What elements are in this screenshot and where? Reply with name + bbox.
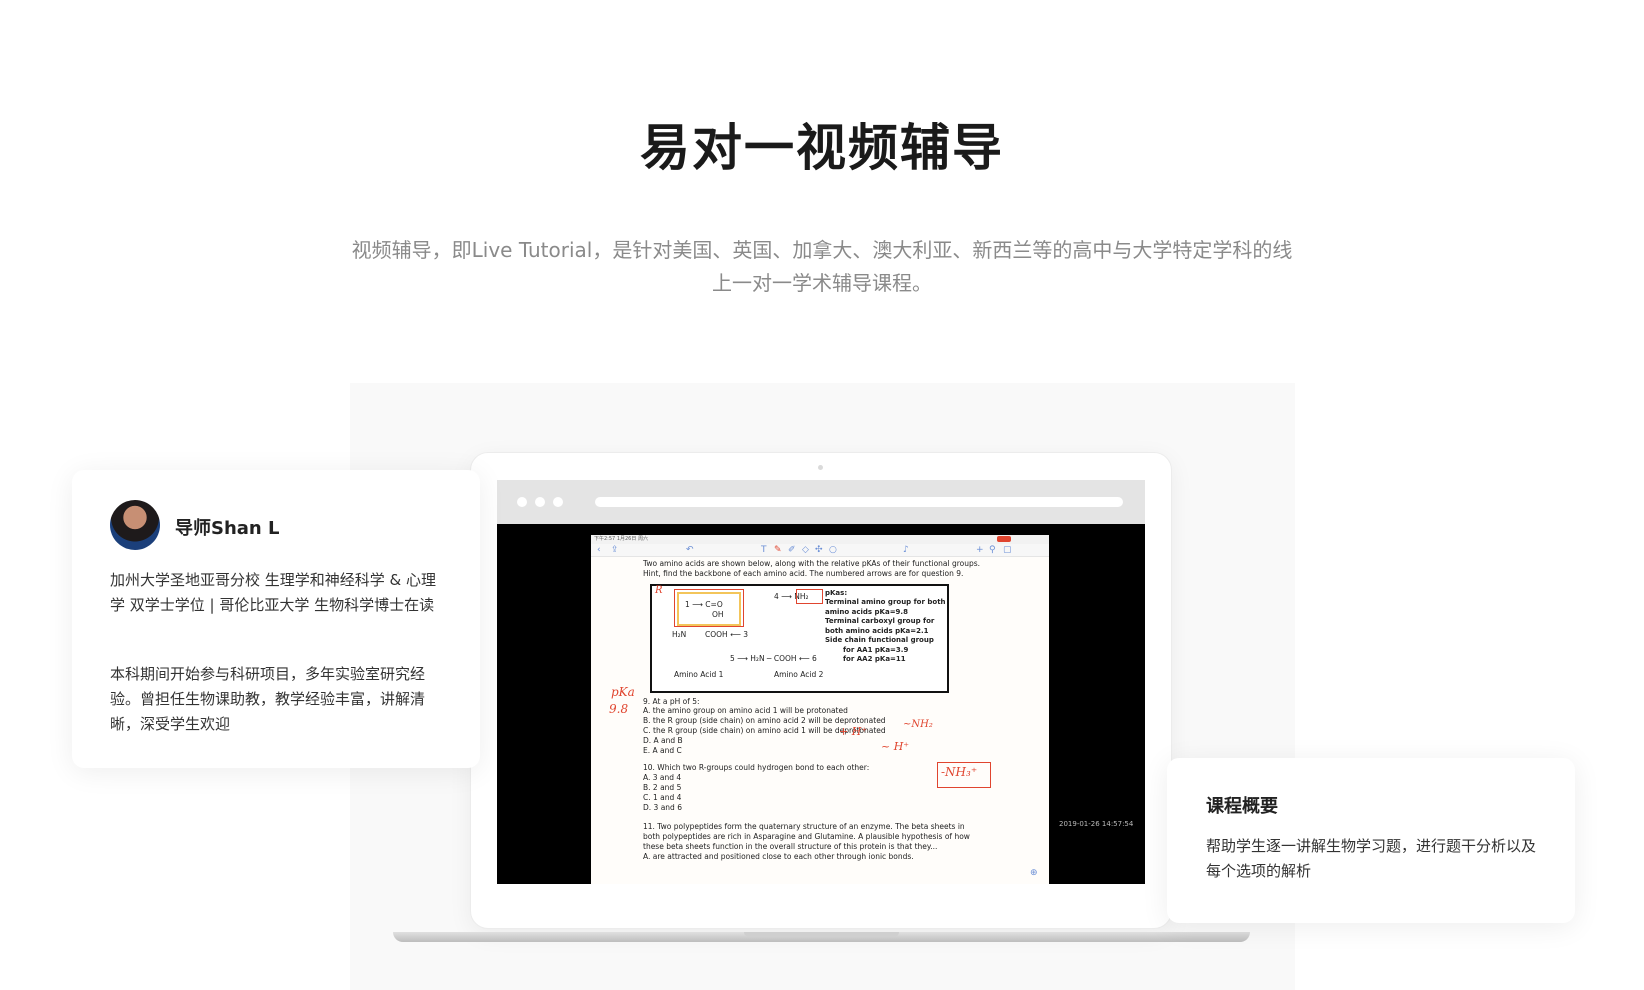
window-dot-icon [517,497,527,507]
pka-line: for AA2 pKa=11 [843,655,906,664]
question-line: 9. At a pH of 5: [643,696,700,706]
question-line: D. 3 and 6 [643,802,682,812]
address-bar[interactable] [595,497,1123,507]
pka-line: Terminal amino group for both [825,598,946,607]
annotation-nh2: ~NH₂ [903,719,933,730]
page-icon[interactable]: ▢ [1003,545,1012,555]
add-page-icon[interactable]: + [976,545,984,555]
question-line: both polypeptides are rich in Asparagine… [643,832,970,842]
course-card: 课程概要 帮助学生逐一讲解生物学习题，进行题干分析以及每个选项的解析 [1167,758,1575,923]
intro-description: 视频辅导，即Live Tutorial，是针对美国、英国、加拿大、澳大利亚、新西… [351,238,1293,295]
text-tool-icon[interactable]: T [761,545,767,555]
lasso-icon[interactable]: ✣ [815,545,823,555]
window-dot-icon [535,497,545,507]
backbone-label: 5 ⟶ H₂N ─ COOH ⟵ 6 [730,653,817,663]
amino-acid-1-label: Amino Acid 1 [674,669,724,679]
tutor-card: 导师Shan L 加州大学圣地亚哥分校 生理学和神经科学 & 心理学 双学士学位… [72,470,480,768]
course-description: 帮助学生逐一讲解生物学习题，进行题干分析以及每个选项的解析 [1206,837,1537,880]
pka-line: Side chain functional group [825,636,934,645]
annotation-h-plus: + H⁺ [839,725,868,738]
highlighter-icon[interactable]: ✐ [788,545,796,555]
amino-acid-2-label: Amino Acid 2 [774,669,824,679]
annotation-nh3: -NH₃⁺ [941,765,978,779]
window-dot-icon [553,497,563,507]
undo-icon[interactable]: ↶ [686,545,694,555]
battery-icon [997,536,1011,542]
pka-line: both amino acids pKa=2.1 [825,626,929,635]
pen-tool-icon[interactable]: ✎ [774,545,782,555]
share-icon[interactable]: ⇪ [611,545,619,555]
wrench-icon[interactable]: ⚲ [989,545,996,555]
annotation-r: R [655,584,663,596]
hydroxyl-group: OH [712,609,724,619]
amino-acid-diagram: 1 ⟶ C=O OH H₂N COOH ⟵ 3 Amino Acid 1 4 ⟶… [650,583,949,693]
carboxyl-group: COOH ⟵ 3 [705,629,748,639]
back-icon[interactable]: ‹ [597,545,601,555]
intro-line: Hint, find the backbone of each amino ac… [643,568,964,578]
laptop-notch [744,932,899,937]
question-line: A. are attracted and positioned close to… [643,851,914,861]
timestamp: 2019-01-26 14:57:54 [1059,820,1134,828]
annotation-pka-value: 9.8 [609,702,629,716]
tutor-name: 导师Shan L [175,518,280,539]
pka-line: pKas: [825,588,848,597]
mic-icon[interactable]: ♪ [903,545,909,555]
pka-list: pKas: Terminal amino group for both amin… [825,589,946,665]
question-line: 11. Two polypeptides form the quaternary… [643,822,965,832]
browser-chrome [497,480,1145,524]
pka-line: amino acids pKa=9.8 [825,607,908,616]
carbonyl-group: 1 ⟶ C=O [685,599,723,609]
tutorial-document: 下午2:57 1月26日 周六 ‹ ⇪ ↶ T ✎ ✐ ◇ ✣ ○ ♪ + ⚲ … [591,535,1049,884]
tablet-status-bar: 下午2:57 1月26日 周六 [591,535,1049,544]
course-title: 课程概要 [1206,796,1278,817]
question-line: E. A and C [643,745,682,755]
annotation-toolbar: ‹ ⇪ ↶ T ✎ ✐ ◇ ✣ ○ ♪ + ⚲ ▢ [591,544,1049,557]
tutor-experience: 本科期间开始参与科研项目，多年实验室研究经验。曾担任生物课助教，教学经验丰富，讲… [110,665,426,733]
annotation-h-plus: ~ H⁺ [881,740,910,753]
intro-line: Two amino acids are shown below, along w… [643,559,981,568]
shapes-icon[interactable]: ○ [829,545,837,555]
pka-line: for AA1 pKa=3.9 [843,645,909,654]
avatar [110,500,160,550]
webcam-dot [818,465,823,470]
page-title: 易对一视频辅导 [640,119,1004,177]
annotation-box [796,588,823,604]
problem-content: Two amino acids are shown below, along w… [591,557,1049,862]
pka-line: Terminal carboxyl group for [825,617,935,626]
question-line: these beta sheets function in the overal… [643,841,938,851]
question-line: C. 1 and 4 [643,792,682,802]
annotation-pka: pKa [611,685,635,699]
zoom-icon[interactable]: ⊕ [1030,868,1038,878]
question-line: A. the amino group on amino acid 1 will … [643,706,848,716]
tutor-education: 加州大学圣地亚哥分校 生理学和神经科学 & 心理学 双学士学位 | 哥伦比亚大学… [110,571,437,614]
eraser-icon[interactable]: ◇ [802,545,809,555]
browser-window: 下午2:57 1月26日 周六 ‹ ⇪ ↶ T ✎ ✐ ◇ ✣ ○ ♪ + ⚲ … [497,480,1145,884]
amine-group: H₂N [672,629,687,639]
